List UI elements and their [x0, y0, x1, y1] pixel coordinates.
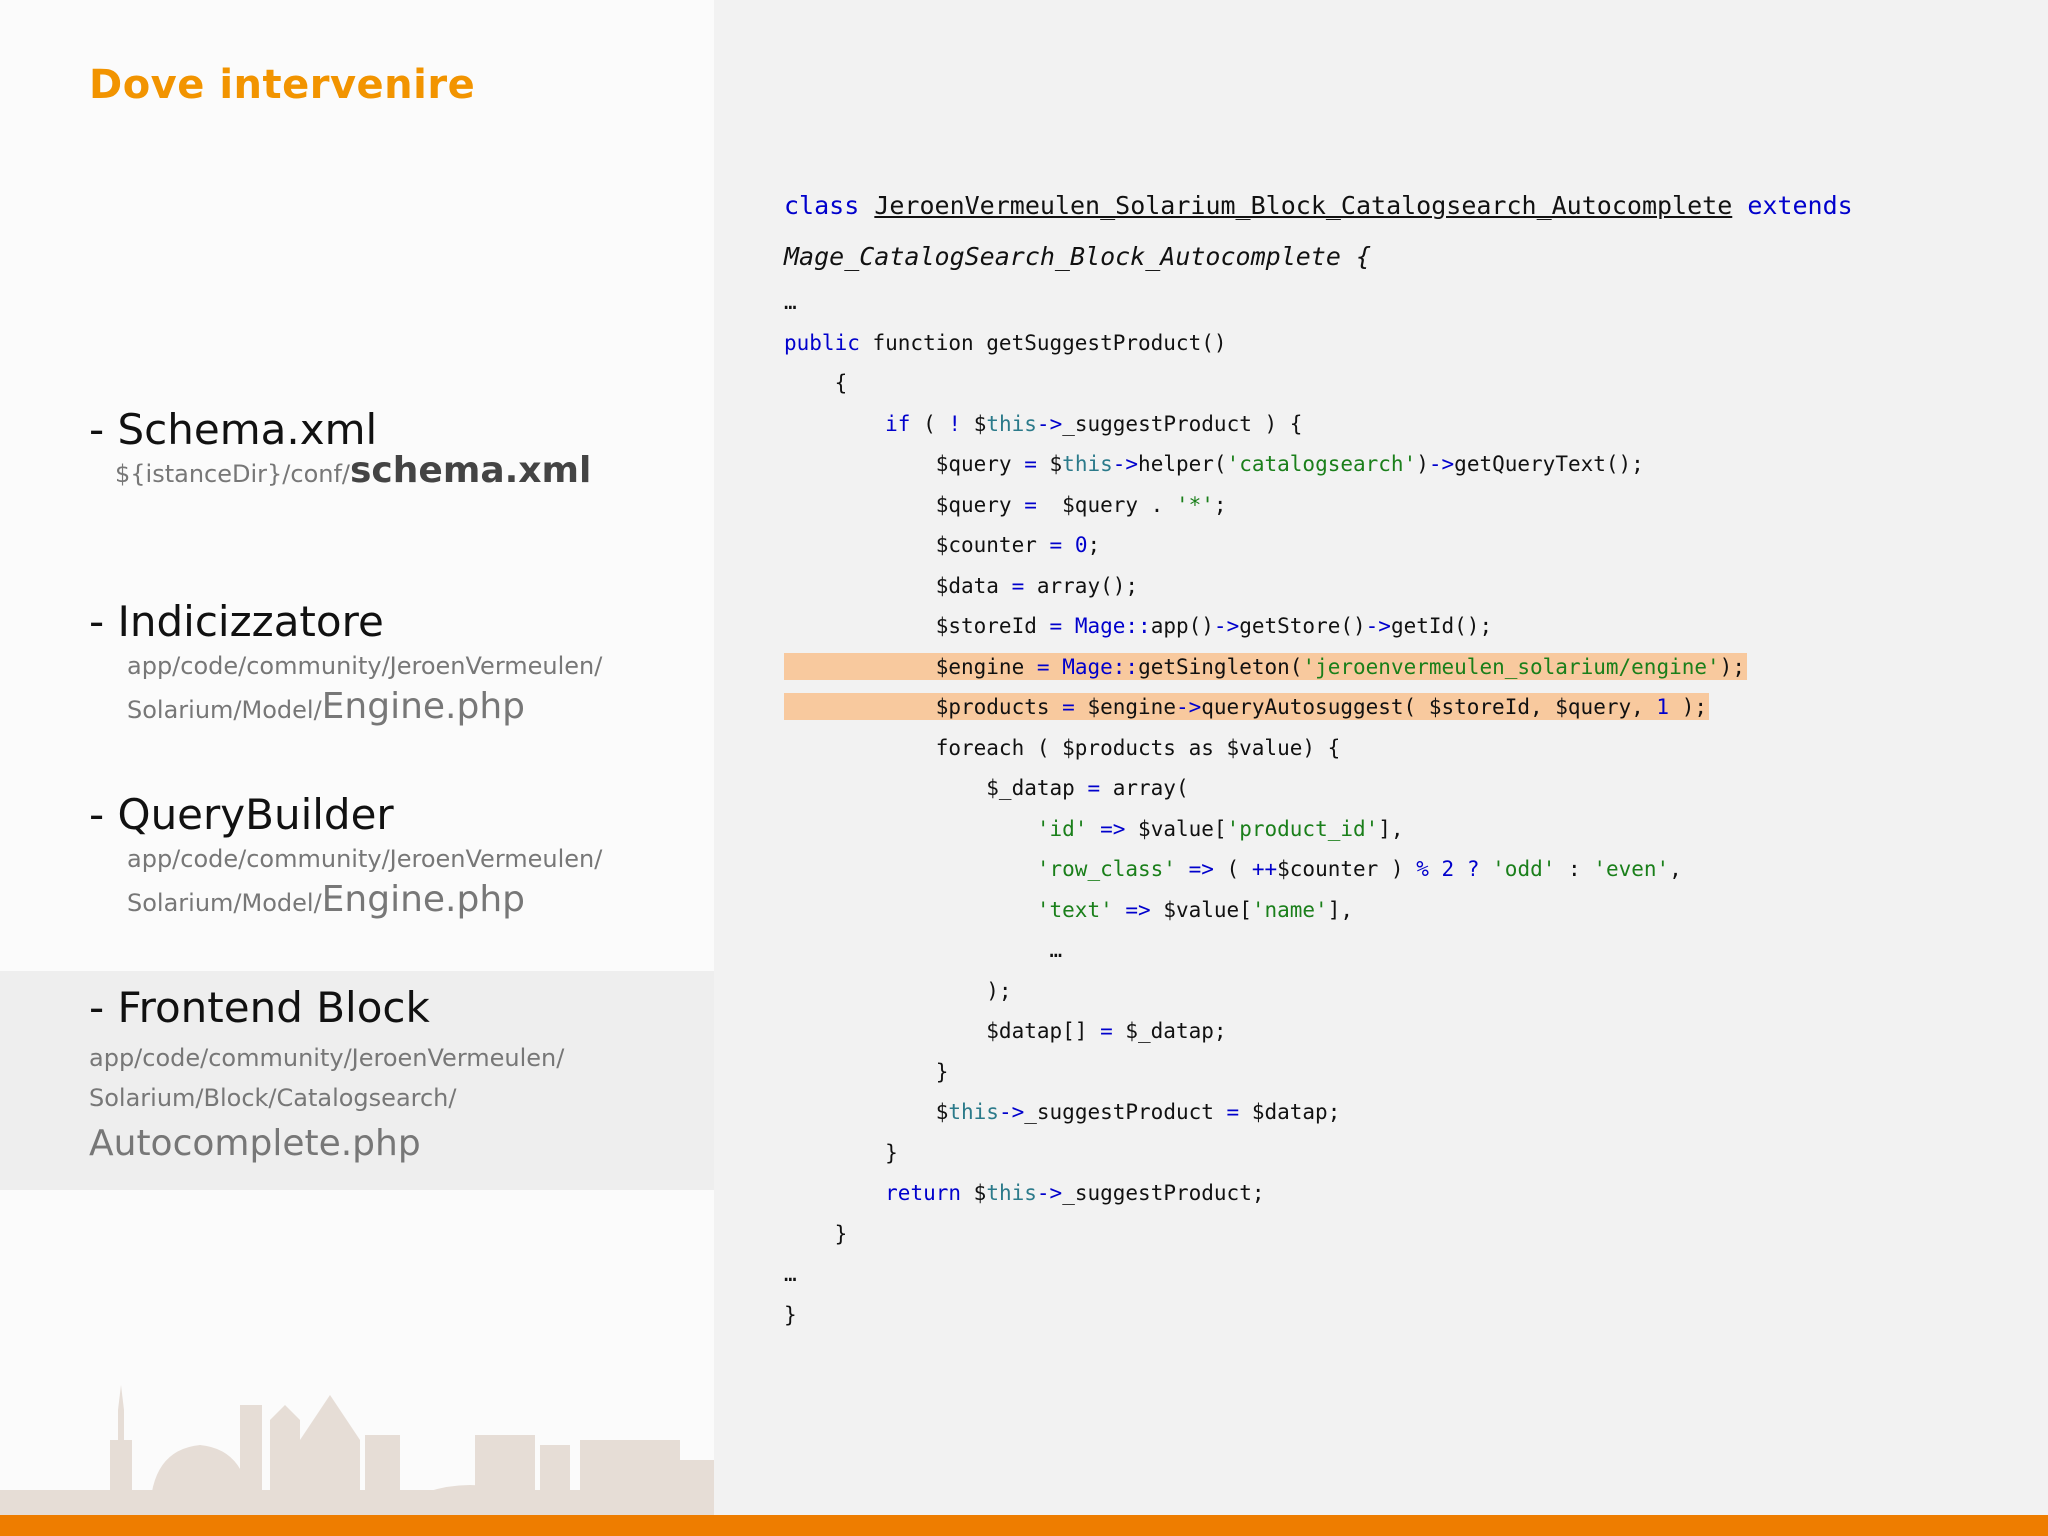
- item-heading: - QueryBuilder: [89, 790, 394, 839]
- code-line: if ( ! $this->_suggestProduct ) {: [784, 404, 2024, 445]
- code-line: $datap[] = $_datap;: [784, 1011, 2024, 1052]
- code-line: );: [784, 971, 2024, 1012]
- code-line: }: [784, 1295, 2024, 1336]
- code-line: $_datap = array(: [784, 768, 2024, 809]
- code-text: $_datap = array(: [784, 776, 1189, 800]
- bottom-accent-bar: [0, 1515, 2048, 1536]
- code-line: $engine = Mage::getSingleton('jeroenverm…: [784, 647, 2024, 688]
- item-heading: - Schema.xml: [89, 405, 378, 454]
- code-line: return $this->_suggestProduct;: [784, 1173, 2024, 1214]
- code-line: {: [784, 363, 2024, 404]
- item-frontend-block: - Frontend Block app/code/community/Jero…: [89, 983, 564, 1170]
- code-text: }: [784, 1140, 898, 1165]
- code-text: …: [784, 938, 1063, 962]
- code-line: $this->_suggestProduct = $datap;: [784, 1092, 2024, 1133]
- item-querybuilder: - QueryBuilder app/code/community/Jeroen…: [89, 790, 602, 920]
- item-path: app/code/community/JeroenVermeulen/ Sola…: [127, 845, 603, 920]
- code-text: $query = $query . '*';: [784, 492, 1227, 517]
- code-text: 'row_class' => ( ++$counter ) % 2 ? 'odd…: [1036, 857, 1682, 881]
- code-text: $storeId = Mage::app()->getStore()->getI…: [784, 614, 1493, 638]
- code-line: …: [784, 290, 797, 314]
- code-text: if ( ! $this->_suggestProduct ) {: [885, 411, 1303, 436]
- code-text: $engine = Mage::getSingleton('jeroenverm…: [784, 654, 1745, 679]
- code-text: }: [784, 1059, 949, 1084]
- code-line: $products = $engine->queryAutosuggest( $…: [784, 687, 2024, 728]
- code-line: Mage_CatalogSearch_Block_Autocomplete {: [784, 242, 1371, 271]
- code-text: 'text' => $value['name'],: [1036, 897, 1353, 922]
- code-line: 'text' => $value['name'],: [784, 890, 2024, 931]
- code-line: …: [784, 1254, 2024, 1295]
- code-line: class JeroenVermeulen_Solarium_Block_Cat…: [784, 191, 1853, 220]
- code-text: return $this->_suggestProduct;: [885, 1181, 1265, 1205]
- code-line: $data = array();: [784, 566, 2024, 607]
- code-line: }: [784, 1214, 2024, 1255]
- code-line: $query = $query . '*';: [784, 485, 2024, 526]
- code-text: $counter = 0;: [784, 533, 1101, 557]
- code-line: }: [784, 1052, 2024, 1093]
- code-text: {: [784, 371, 848, 395]
- code-line: 'id' => $value['product_id'],: [784, 809, 2024, 850]
- code-text: );: [784, 978, 1012, 1003]
- code-lines: public function getSuggestProduct() { if…: [784, 323, 2024, 1336]
- item-indicizzatore: - Indicizzatore app/code/community/Jeroe…: [89, 597, 602, 727]
- slide-title: Dove intervenire: [89, 62, 476, 108]
- item-path: app/code/community/JeroenVermeulen/ Sola…: [127, 652, 603, 727]
- class-name: JeroenVermeulen_Solarium_Block_Catalogse…: [874, 191, 1733, 220]
- code-line: public function getSuggestProduct(): [784, 323, 2024, 364]
- code-text: }: [784, 1221, 848, 1246]
- code-text: foreach ( $products as $value) {: [784, 735, 1341, 760]
- item-heading: - Indicizzatore: [89, 597, 384, 646]
- city-skyline-illustration: [0, 1385, 714, 1515]
- code-line: $counter = 0;: [784, 525, 2024, 566]
- code-line: 'row_class' => ( ++$counter ) % 2 ? 'odd…: [784, 849, 2024, 890]
- code-line: }: [784, 1133, 2024, 1174]
- code-text: …: [784, 1262, 797, 1286]
- code-text: $datap[] = $_datap;: [784, 1019, 1227, 1043]
- code-text: public function getSuggestProduct(): [784, 330, 1227, 355]
- item-schema: - Schema.xml ${istanceDir}/conf/schema.x…: [89, 405, 591, 491]
- left-panel: [0, 0, 714, 1515]
- code-text: $query = $this->helper('catalogsearch')-…: [784, 452, 1644, 476]
- code-line: …: [784, 930, 2024, 971]
- code-text: $products = $engine->queryAutosuggest( $…: [784, 695, 1708, 719]
- code-line: foreach ( $products as $value) {: [784, 728, 2024, 769]
- item-path: app/code/community/JeroenVermeulen/ Sola…: [89, 1044, 565, 1164]
- code-text: 'id' => $value['product_id'],: [1036, 816, 1404, 841]
- code-text: $this->_suggestProduct = $datap;: [784, 1100, 1341, 1124]
- code-text: }: [784, 1302, 797, 1327]
- code-line: $query = $this->helper('catalogsearch')-…: [784, 444, 2024, 485]
- item-heading: - Frontend Block: [89, 983, 430, 1032]
- code-line: $storeId = Mage::app()->getStore()->getI…: [784, 606, 2024, 647]
- code-block: class JeroenVermeulen_Solarium_Block_Cat…: [784, 180, 2024, 1335]
- item-path: ${istanceDir}/conf/schema.xml: [115, 450, 592, 491]
- code-text: $data = array();: [784, 573, 1139, 598]
